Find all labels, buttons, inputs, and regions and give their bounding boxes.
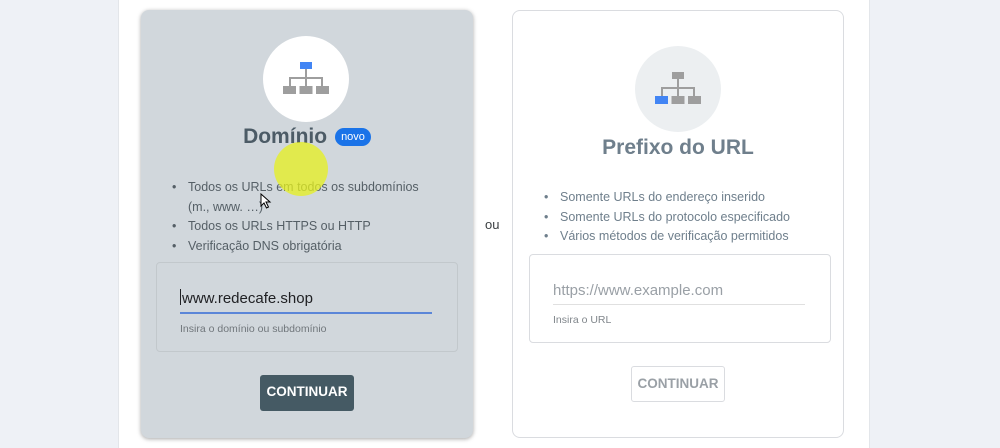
new-badge: novo bbox=[335, 128, 371, 146]
domain-input-box: www.redecafe.shop Insira o domínio ou su… bbox=[156, 262, 458, 352]
url-prefix-input[interactable]: https://www.example.com bbox=[553, 278, 805, 305]
click-highlight bbox=[274, 142, 328, 196]
url-prefix-input-box: https://www.example.com Insira o URL bbox=[529, 254, 831, 343]
url-prefix-input-helper: Insira o URL bbox=[553, 314, 612, 326]
domain-input-value: www.redecafe.shop bbox=[182, 290, 313, 307]
sitemap-icon bbox=[655, 72, 701, 104]
list-item: Somente URLs do protocolo especificado bbox=[542, 208, 832, 228]
mouse-cursor-icon bbox=[260, 193, 272, 209]
list-item: Todos os URLs HTTPS ou HTTP bbox=[170, 217, 440, 237]
list-item: Somente URLs do endereço inserido bbox=[542, 188, 832, 208]
domain-input-helper: Insira o domínio ou subdomínio bbox=[180, 323, 327, 335]
url-prefix-icon-circle bbox=[635, 46, 721, 132]
list-item: Verificação DNS obrigatória bbox=[170, 237, 440, 257]
domain-icon-circle bbox=[263, 36, 349, 122]
url-prefix-title: Prefixo do URL bbox=[602, 136, 754, 159]
url-prefix-card[interactable]: Prefixo do URL Somente URLs do endereço … bbox=[512, 10, 844, 438]
domain-continue-button[interactable]: CONTINUAR bbox=[260, 375, 354, 411]
domain-card[interactable]: Domínio novo Todos os URLs em todos os s… bbox=[141, 10, 473, 438]
url-prefix-feature-list: Somente URLs do endereço inserido Soment… bbox=[542, 188, 832, 247]
url-prefix-title-row: Prefixo do URL bbox=[513, 136, 843, 160]
divider-text: ou bbox=[485, 217, 500, 232]
list-item: Vários métodos de verificação permitidos bbox=[542, 227, 832, 247]
text-caret bbox=[180, 289, 181, 305]
sitemap-icon bbox=[283, 62, 329, 94]
domain-input[interactable]: www.redecafe.shop bbox=[180, 286, 432, 314]
url-prefix-continue-button[interactable]: CONTINUAR bbox=[631, 366, 725, 402]
